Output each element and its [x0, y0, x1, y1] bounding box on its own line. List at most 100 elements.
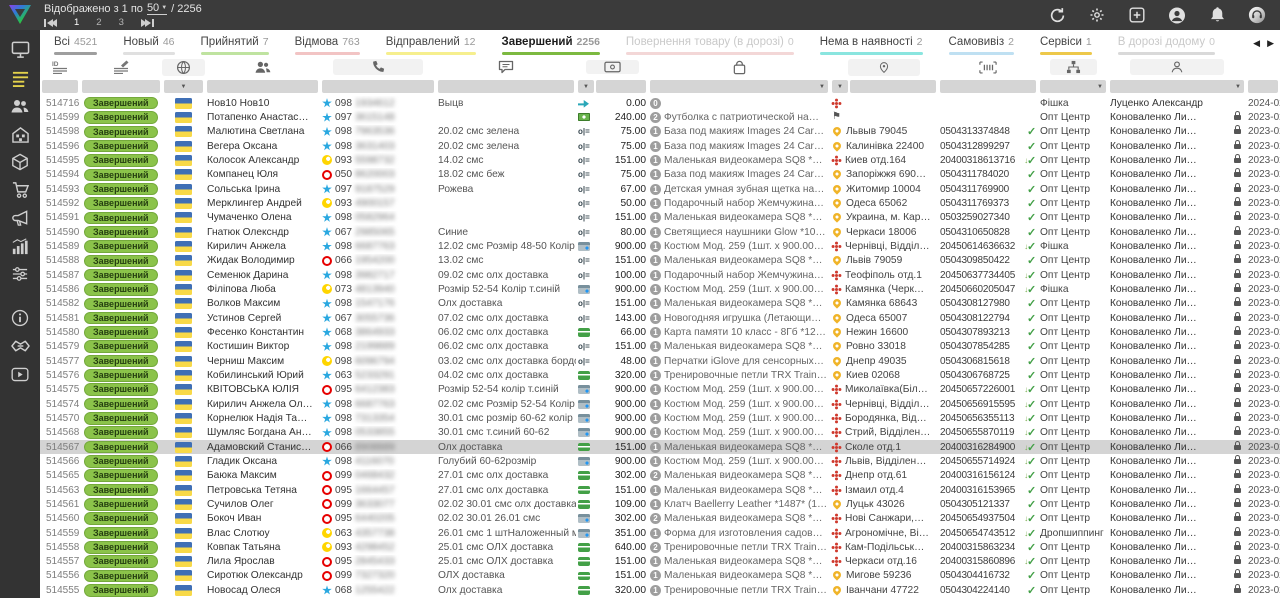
sidebar-item-partners[interactable] [0, 332, 40, 360]
sidebar-item-company[interactable] [0, 120, 40, 148]
table-row[interactable]: 514567ЗавершенийАдамовский Станис…066890… [40, 440, 1280, 454]
table-row[interactable]: 514561ЗавершенийСучилов Олег099363307702… [40, 497, 1280, 511]
sidebar-item-dashboard[interactable] [0, 36, 40, 64]
filter-date[interactable] [1246, 77, 1280, 96]
column-header-id[interactable]: ID [40, 57, 80, 77]
table-row[interactable]: 514555ЗавершенийНовосад Олеся0681255422О… [40, 583, 1280, 597]
filter-manager[interactable]: ▼ [1108, 77, 1246, 96]
table-row[interactable]: 514586ЗавершенийФіліпова Люба0734813940Р… [40, 282, 1280, 296]
table-row[interactable]: 514588ЗавершенийЖидак Володимир066195420… [40, 254, 1280, 268]
add-order-button[interactable] [1128, 6, 1146, 24]
table-row[interactable]: 514587ЗавершенийСеменюк Дарина0983982717… [40, 268, 1280, 282]
tab-5[interactable]: Відправлений12 [386, 30, 476, 57]
page-number-1[interactable]: 1 [74, 17, 79, 28]
column-header-client[interactable] [205, 57, 320, 77]
app-logo[interactable] [0, 0, 40, 30]
filter-funnel[interactable]: ▼ [1038, 77, 1108, 96]
table-row[interactable]: 514716ЗавершенийНов10 Нов100981934612Выц… [40, 96, 1280, 110]
table-row[interactable]: 514575ЗавершенийКВІТОВСЬКА ЮЛІЯ095641238… [40, 383, 1280, 397]
sidebar-item-info[interactable] [0, 304, 40, 332]
tab-11[interactable]: В дорозі додому0 [1118, 30, 1215, 57]
last-page-button[interactable] [141, 19, 154, 27]
filter-phone[interactable] [320, 77, 436, 96]
sidebar-item-settings[interactable] [0, 260, 40, 288]
column-header-status[interactable] [80, 57, 162, 77]
tab-10[interactable]: Сервіси1 [1040, 30, 1092, 57]
tab-7[interactable]: Повернення товару (в дорозі)0 [626, 30, 794, 57]
tab-8[interactable]: Нема в наявності2 [820, 30, 923, 57]
filter-comment[interactable] [436, 77, 576, 96]
page-number-3[interactable]: 3 [119, 17, 124, 28]
table-row[interactable]: 514574ЗавершенийКирилич Анжела Ол…098668… [40, 397, 1280, 411]
table-row[interactable]: 514559ЗавершенийВлас Слотюу063435773826.… [40, 526, 1280, 540]
tab-2[interactable]: Новый46 [123, 30, 174, 57]
sidebar-item-video-tutorials[interactable] [0, 360, 40, 388]
table-row[interactable]: 514582ЗавершенийВолков Максим0981547176О… [40, 297, 1280, 311]
column-header-country[interactable] [162, 57, 205, 77]
tab-9[interactable]: Самовивіз2 [949, 30, 1014, 57]
tabs-scroll-left-icon[interactable]: ◀ [1253, 38, 1260, 49]
column-header-manager[interactable] [1108, 57, 1246, 77]
table-row[interactable]: 514590ЗавершенийГнатюк Олексндр067298506… [40, 225, 1280, 239]
table-row[interactable]: 514599ЗавершенийПотапенко Анастас…097361… [40, 110, 1280, 124]
table-row[interactable]: 514595ЗавершенийКолосок Александр0935598… [40, 153, 1280, 167]
filter-products[interactable]: ▼ [648, 77, 830, 96]
refresh-button[interactable] [1048, 6, 1066, 24]
page-size-dropdown[interactable]: 50 ▼ [147, 2, 167, 15]
filter-status[interactable] [80, 77, 162, 96]
nova-poshta-icon [835, 546, 838, 549]
table-row[interactable]: 514557ЗавершенийЛила Ярослав095284543325… [40, 555, 1280, 569]
tab-3[interactable]: Прийнятий7 [201, 30, 269, 57]
page-number-2[interactable]: 2 [96, 17, 101, 28]
column-header-comment[interactable] [436, 57, 576, 77]
table-row[interactable]: 514589ЗавершенийКирилич Анжела0986687763… [40, 239, 1280, 253]
table-row[interactable]: 514579ЗавершенийКостишин Виктор098219988… [40, 340, 1280, 354]
tab-1[interactable]: Всі4521 [54, 30, 97, 57]
filter-tracking[interactable] [938, 77, 1038, 96]
table-row[interactable]: 514581ЗавершенийУстинов Сергей0673055736… [40, 311, 1280, 325]
table-row[interactable]: 514556ЗавершенийСиротюк Олександр0997327… [40, 569, 1280, 583]
column-header-tracking[interactable] [938, 57, 1038, 77]
filter-country[interactable]: ▼ [162, 77, 205, 96]
table-row[interactable]: 514560ЗавершенийБокоч Иван095644020502.0… [40, 512, 1280, 526]
column-header-funnel[interactable] [1038, 57, 1108, 77]
sidebar-item-purchases[interactable] [0, 176, 40, 204]
filter-id[interactable] [40, 77, 80, 96]
sidebar-item-statistics[interactable] [0, 232, 40, 260]
settings-button[interactable] [1088, 6, 1106, 24]
sidebar-item-clients[interactable] [0, 92, 40, 120]
column-header-delivery[interactable] [830, 57, 938, 77]
table-row[interactable]: 514594ЗавершенийКомпанец Юля050862000318… [40, 168, 1280, 182]
column-header-phone[interactable] [320, 57, 436, 77]
column-header-payment[interactable] [576, 57, 648, 77]
profile-button[interactable] [1168, 6, 1186, 24]
table-row[interactable]: 514566ЗавершенийГладик Оксана0984116070Г… [40, 454, 1280, 468]
sidebar-item-products[interactable] [0, 148, 40, 176]
table-row[interactable]: 514568ЗавершенийШумляс Богдана Ан…098053… [40, 426, 1280, 440]
table-row[interactable]: 514558ЗавершенийКовпак Татьяна0934298452… [40, 540, 1280, 554]
table-row[interactable]: 514592ЗавершенийМерклингер Андрей0934900… [40, 196, 1280, 210]
sidebar-item-orders-active[interactable] [0, 64, 40, 92]
notifications-button[interactable] [1208, 6, 1226, 24]
sidebar-item-marketing[interactable] [0, 204, 40, 232]
first-page-button[interactable] [44, 19, 57, 27]
table-row[interactable]: 514591ЗавершенийЧумаченко Олена098058296… [40, 211, 1280, 225]
filter-client[interactable] [205, 77, 320, 96]
table-row[interactable]: 514577ЗавершенийЧерниш Максим09860967940… [40, 354, 1280, 368]
tabs-scroll-right-icon[interactable]: ▶ [1267, 38, 1274, 49]
table-row[interactable]: 514576ЗавершенийКобилинський Юрий0635233… [40, 368, 1280, 382]
filter-payment[interactable]: ▼ [576, 77, 648, 96]
table-row[interactable]: 514580ЗавершенийФесенко Константин068386… [40, 325, 1280, 339]
table-row[interactable]: 514593ЗавершенийСольська Ірина0979187529… [40, 182, 1280, 196]
column-header-date[interactable] [1246, 57, 1280, 77]
table-row[interactable]: 514565ЗавершенийБаюка Максим099046843227… [40, 469, 1280, 483]
table-row[interactable]: 514563ЗавершенийПетровська Тетяна0951664… [40, 483, 1280, 497]
table-row[interactable]: 514598ЗавершенийМалютина Светлана0987963… [40, 125, 1280, 139]
filter-delivery[interactable]: ▼ [830, 77, 938, 96]
support-button[interactable] [1248, 6, 1266, 24]
table-row[interactable]: 514596ЗавершенийВегера Оксана09836314032… [40, 139, 1280, 153]
tab-6[interactable]: Завершений2256 [502, 30, 600, 57]
tab-4[interactable]: Відмова763 [295, 30, 360, 57]
column-header-products[interactable] [648, 57, 830, 77]
table-row[interactable]: 514570ЗавершенийКорнелюк Надія Та…098731… [40, 411, 1280, 425]
